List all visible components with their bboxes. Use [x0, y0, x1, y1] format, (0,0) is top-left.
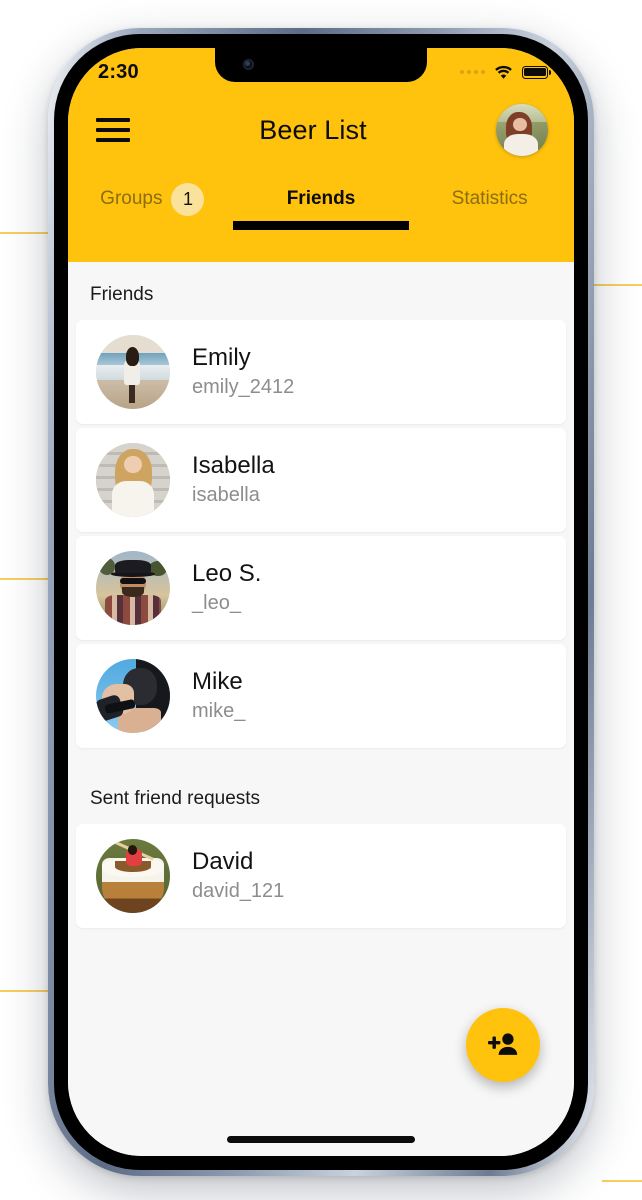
device-notch — [215, 48, 427, 82]
front-camera-icon — [243, 59, 254, 70]
backdrop-guide-line — [602, 1180, 642, 1182]
friend-handle: isabella — [192, 484, 260, 507]
friend-handle: emily_2412 — [192, 376, 295, 399]
active-tab-indicator — [233, 221, 409, 230]
list-item-text: Leo S. _leo_ — [192, 559, 261, 617]
section-header-sent-requests: Sent friend requests — [90, 788, 261, 809]
page-title: Beer List — [259, 114, 367, 145]
status-bar-indicators — [460, 65, 551, 80]
phone-bezel: 2:30 Beer List Groups 1 Friends Statisti… — [54, 34, 588, 1170]
friend-name: Emily — [192, 344, 251, 372]
screenshot-stage: 2:30 Beer List Groups 1 Friends Statisti… — [0, 0, 642, 1200]
avatar-david — [96, 839, 170, 913]
app-bar: 2:30 Beer List Groups 1 Friends Statisti… — [68, 48, 574, 262]
backdrop-guide-line — [0, 232, 48, 234]
friend-name: Isabella — [192, 452, 275, 480]
user-profile-avatar[interactable] — [496, 104, 548, 156]
tab-groups-badge: 1 — [171, 182, 205, 216]
avatar-isabella — [96, 443, 170, 517]
signal-dots-icon — [460, 70, 485, 74]
tab-groups[interactable]: Groups 1 — [68, 168, 237, 230]
section-header-friends: Friends — [90, 284, 154, 305]
add-person-icon — [487, 1031, 519, 1059]
avatar-emily — [96, 335, 170, 409]
status-bar-clock: 2:30 — [98, 60, 139, 83]
tab-groups-label: Groups — [100, 188, 163, 209]
tab-friends[interactable]: Friends — [233, 168, 409, 230]
list-item-text: David david_121 — [192, 847, 284, 905]
phone-screen: 2:30 Beer List Groups 1 Friends Statisti… — [68, 48, 574, 1156]
tab-statistics-label: Statistics — [451, 188, 528, 209]
friend-handle: mike_ — [192, 700, 246, 723]
list-item[interactable]: Mike mike_ — [76, 644, 566, 748]
list-item-text: Mike mike_ — [192, 667, 245, 725]
title-bar: Beer List — [68, 92, 574, 168]
friend-name: Mike — [192, 668, 243, 696]
friend-handle: _leo_ — [192, 592, 241, 615]
avatar-leo — [96, 551, 170, 625]
hamburger-menu-icon[interactable] — [96, 118, 130, 142]
list-item[interactable]: Emily emily_2412 — [76, 320, 566, 424]
list-item[interactable]: Leo S. _leo_ — [76, 536, 566, 640]
wifi-icon — [494, 65, 513, 80]
list-item-text: Emily emily_2412 — [192, 343, 294, 401]
phone-frame: 2:30 Beer List Groups 1 Friends Statisti… — [48, 28, 594, 1176]
friend-name: David — [192, 848, 254, 876]
friend-name: Leo S. — [192, 560, 262, 588]
battery-full-icon — [522, 65, 551, 79]
home-indicator[interactable] — [227, 1136, 415, 1143]
add-friend-fab[interactable] — [466, 1008, 540, 1082]
tab-statistics[interactable]: Statistics — [405, 168, 574, 230]
list-item-text: Isabella isabella — [192, 451, 275, 509]
friends-list-container: Friends Emily emily_2412 Isabella isabel… — [68, 262, 574, 1156]
tab-bar: Groups 1 Friends Statistics — [68, 168, 574, 230]
friend-handle: david_121 — [192, 880, 285, 903]
list-item[interactable]: David david_121 — [76, 824, 566, 928]
tab-friends-label: Friends — [286, 188, 356, 209]
avatar-mike — [96, 659, 170, 733]
list-item[interactable]: Isabella isabella — [76, 428, 566, 532]
